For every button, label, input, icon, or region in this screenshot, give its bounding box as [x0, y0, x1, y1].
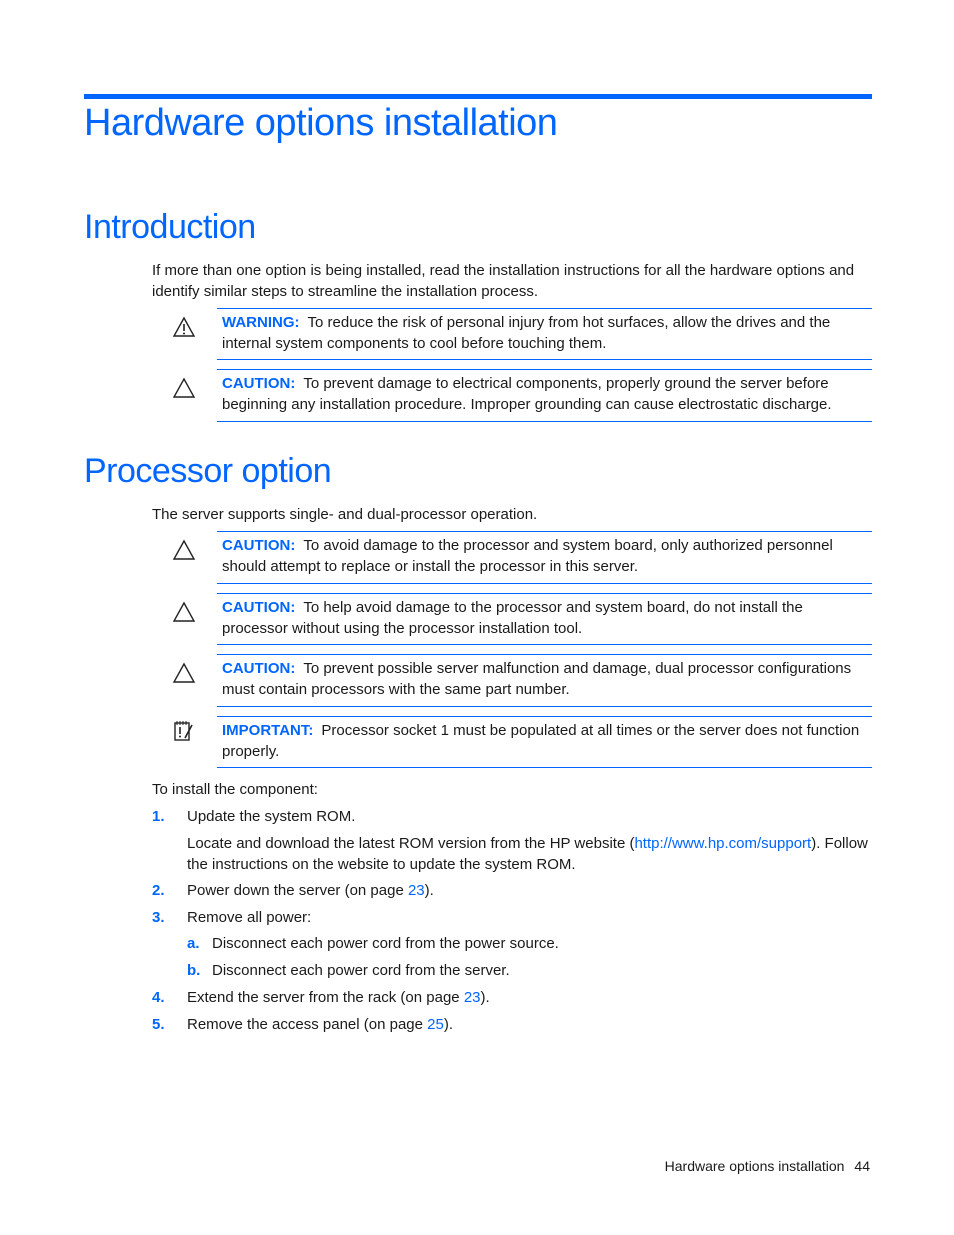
warning-triangle-icon [172, 316, 196, 337]
page-number: 44 [854, 1158, 870, 1174]
step-text: Remove all power: [187, 909, 312, 926]
caution-note: CAUTION: To avoid damage to the processor… [152, 531, 872, 584]
step-text: Disconnect each power cord from the serv… [212, 962, 510, 979]
step-number: 3. [152, 909, 165, 926]
step-number: 4. [152, 989, 165, 1006]
caution-note: CAUTION: To help avoid damage to the proc… [152, 593, 872, 645]
note-label: IMPORTANT: [222, 722, 314, 739]
step-number: a. [187, 935, 200, 952]
note-text: Processor socket 1 must be populated at … [222, 722, 860, 760]
note-text: To prevent damage to electrical componen… [222, 375, 832, 413]
chapter-rule [84, 94, 872, 99]
page-link[interactable]: 23 [464, 989, 481, 1006]
footer-section-title: Hardware options installation [664, 1158, 845, 1174]
caution-triangle-icon [172, 377, 196, 398]
note-text: To reduce the risk of personal injury fr… [222, 314, 831, 352]
caution-note: CAUTION: To prevent damage to electrical … [152, 369, 872, 422]
important-notepad-icon [174, 721, 193, 741]
intro-paragraph: If more than one option is being install… [152, 262, 855, 300]
note-label: CAUTION: [222, 599, 296, 616]
hp-support-link[interactable]: http://www.hp.com/support [634, 835, 811, 852]
caution-triangle-icon [172, 539, 196, 560]
note-text: To help avoid damage to the processor an… [222, 599, 803, 637]
note-label: CAUTION: [222, 537, 296, 554]
note-label: WARNING: [222, 314, 300, 331]
warning-note: WARNING: To reduce the risk of personal i… [152, 308, 872, 360]
step-text: Update the system ROM. [187, 808, 356, 825]
page-link[interactable]: 25 [427, 1016, 444, 1033]
caution-triangle-icon [172, 601, 196, 622]
section-title-processor-option: Processor option [84, 452, 332, 490]
note-label: CAUTION: [222, 660, 296, 677]
note-text: To prevent possible server malfunction a… [222, 660, 852, 698]
note-text: To avoid damage to the processor and sys… [222, 537, 833, 575]
step-number: 1. [152, 808, 165, 825]
caution-triangle-icon [172, 662, 196, 683]
section-title-introduction: Introduction [84, 208, 256, 246]
important-note: IMPORTANT: Processor socket 1 must be pop… [152, 706, 872, 768]
step-number: b. [187, 962, 201, 979]
step-number: 2. [152, 882, 165, 899]
page-footer: Hardware options installation 44 [655, 1158, 870, 1174]
procedure-intro: To install the component: [152, 781, 318, 798]
step-text: Disconnect each power cord from the powe… [212, 935, 559, 952]
caution-note: CAUTION: To prevent possible server malfu… [152, 654, 872, 706]
step-number: 5. [152, 1016, 165, 1033]
note-label: CAUTION: [222, 375, 296, 392]
processor-intro: The server supports single- and dual-pro… [152, 506, 538, 523]
chapter-title: Hardware options installation [84, 102, 558, 144]
page-link[interactable]: 23 [408, 882, 425, 899]
